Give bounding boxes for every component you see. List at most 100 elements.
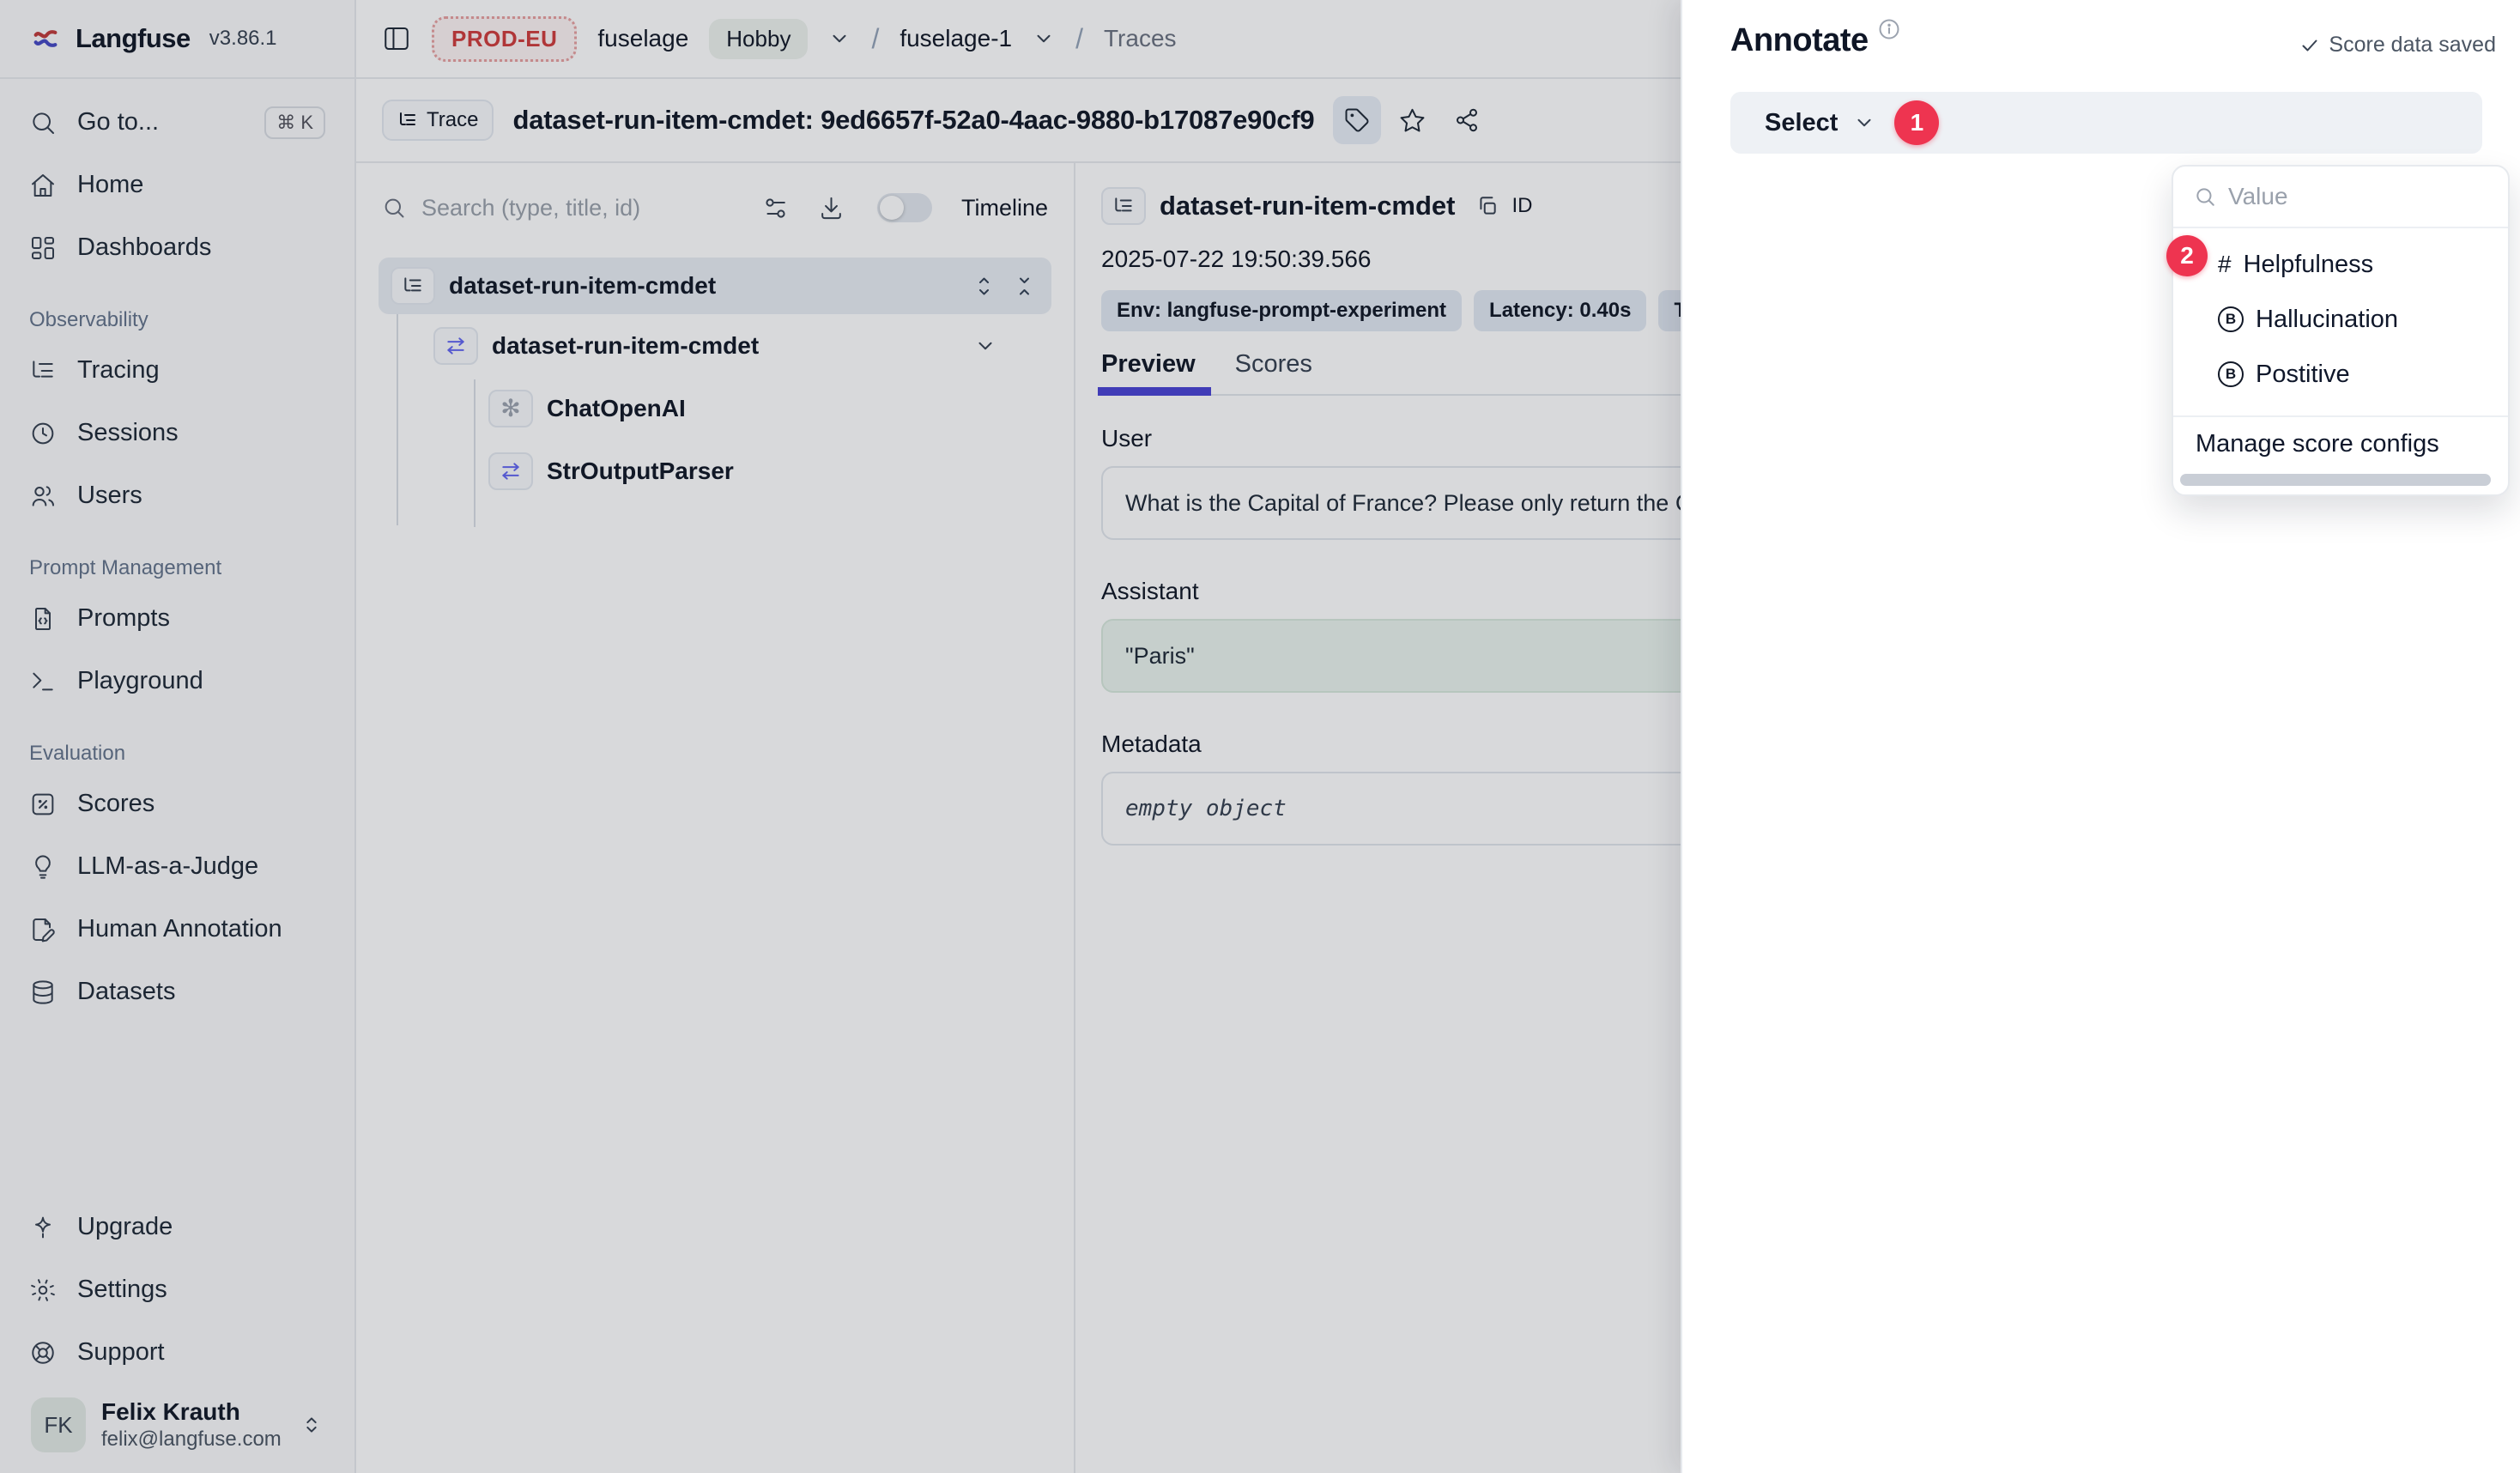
chevrons-up-down-icon	[300, 1413, 324, 1437]
search-icon	[2194, 185, 2216, 208]
sidebar-item-human-annotation[interactable]: Human Annotation	[12, 898, 342, 961]
sidebar-item-prompts[interactable]: Prompts	[12, 587, 342, 650]
tree-node-parser[interactable]: StrOutputParser	[476, 439, 1051, 502]
sidebar-item-label: Dashboards	[77, 233, 211, 262]
sidebar-item-users[interactable]: Users	[12, 464, 342, 527]
numeric-type-icon: #	[2218, 251, 2232, 278]
sidebar-item-label: Tracing	[77, 356, 160, 385]
sidebar-item-home[interactable]: Home	[12, 154, 342, 216]
io-user-box[interactable]: What is the Capital of France? Please on…	[1101, 466, 1681, 540]
collapse-all-icon[interactable]	[1013, 275, 1036, 298]
io-assistant-text: "Paris"	[1125, 643, 1195, 670]
breadcrumb-project[interactable]: fuselage-1	[900, 25, 1012, 52]
sidebar-item-datasets[interactable]: Datasets	[12, 961, 342, 1023]
tree-guide-line	[474, 379, 476, 527]
lightbulb-icon	[29, 853, 57, 881]
tag-button[interactable]	[1333, 96, 1381, 144]
score-select-trigger[interactable]: Select 1	[1730, 92, 2482, 154]
sparkle-icon	[29, 1214, 57, 1241]
tree-node-label: dataset-run-item-cmdet	[449, 272, 716, 300]
tree-guide-line	[397, 314, 398, 525]
filter-settings-icon[interactable]	[762, 195, 789, 221]
tree-node-label: ChatOpenAI	[547, 395, 686, 422]
dashboards-icon	[29, 234, 57, 262]
tree-node-label: dataset-run-item-cmdet	[492, 332, 759, 360]
score-option-hallucination[interactable]: B Hallucination	[2173, 292, 2508, 347]
tab-scores[interactable]: Scores	[1235, 350, 1312, 394]
io-user-text: What is the Capital of France? Please on…	[1125, 490, 1681, 517]
sidebar-item-label: Support	[77, 1338, 165, 1367]
bookmark-star-button[interactable]	[1388, 96, 1436, 144]
sidebar-item-tracing[interactable]: Tracing	[12, 339, 342, 402]
expand-all-icon[interactable]	[972, 275, 996, 298]
goto-search[interactable]: Go to... ⌘ K	[12, 91, 342, 154]
observation-tree: dataset-run-item-cmdet dataset-run-item-…	[356, 252, 1074, 502]
sidebar-item-label: Human Annotation	[77, 915, 282, 943]
io-assistant-box[interactable]: "Paris"	[1101, 619, 1681, 693]
tree-node-root[interactable]: dataset-run-item-cmdet	[379, 258, 1051, 314]
chevron-down-icon[interactable]	[1033, 27, 1055, 50]
search-icon	[382, 196, 406, 220]
score-select-dropdown: 2 # Helpfulness B Hallucination B Postit…	[2172, 165, 2510, 496]
sidebar-item-sessions[interactable]: Sessions	[12, 402, 342, 464]
sidebar-item-upgrade[interactable]: Upgrade	[12, 1196, 342, 1258]
trace-node-icon	[391, 267, 435, 305]
sidebar-item-settings[interactable]: Settings	[12, 1258, 342, 1321]
tree-node-span[interactable]: dataset-run-item-cmdet	[421, 314, 1051, 377]
tree-node-label: StrOutputParser	[547, 458, 734, 485]
chevron-down-icon[interactable]	[974, 335, 996, 357]
tree-search-row: Timeline	[356, 163, 1074, 252]
top-bar: PROD-EU fuselage Hobby / fuselage-1 / Tr…	[356, 0, 1681, 79]
sidebar-item-label: Users	[77, 482, 142, 510]
copy-icon[interactable]	[1476, 195, 1499, 217]
chevron-down-icon[interactable]	[828, 27, 851, 50]
openai-node-icon: ✻	[488, 390, 533, 427]
sidebar-item-label: Playground	[77, 667, 203, 695]
save-status: Score data saved	[2299, 33, 2496, 58]
tree-search-input[interactable]	[421, 195, 733, 221]
brand-header: Langfuse v3.86.1	[0, 0, 354, 79]
dropdown-scrollbar[interactable]	[2180, 474, 2491, 486]
sidebar-item-playground[interactable]: Playground	[12, 650, 342, 712]
breadcrumb-org[interactable]: fuselage	[597, 25, 688, 52]
breadcrumb-separator: /	[871, 23, 879, 55]
metadata-box[interactable]: empty object	[1101, 772, 1681, 846]
user-menu[interactable]: FK Felix Krauth felix@langfuse.com	[17, 1397, 337, 1452]
info-icon[interactable]	[1877, 17, 1901, 41]
sidebar-item-dashboards[interactable]: Dashboards	[12, 216, 342, 279]
square-percent-icon	[29, 791, 57, 818]
timeline-toggle[interactable]	[877, 193, 932, 222]
span-node-icon	[488, 452, 533, 490]
latency-badge: Latency: 0.40s	[1474, 290, 1646, 331]
chevron-down-icon	[1853, 112, 1875, 134]
share-button[interactable]	[1443, 96, 1491, 144]
detail-tabs: Preview Scores	[1101, 350, 1681, 396]
sidebar-item-scores[interactable]: Scores	[12, 773, 342, 835]
clock-icon	[29, 420, 57, 447]
id-label[interactable]: ID	[1512, 194, 1533, 218]
section-label-evaluation: Evaluation	[12, 742, 342, 766]
sidebar-item-label: Prompts	[77, 604, 170, 633]
io-user-label: User	[1101, 425, 1681, 452]
score-option-postitive[interactable]: B Postitive	[2173, 347, 2508, 402]
trace-node-icon	[1101, 187, 1146, 225]
sidebar-item-label: Sessions	[77, 419, 179, 447]
timeline-label: Timeline	[961, 195, 1048, 221]
dropdown-search-input[interactable]	[2228, 183, 2487, 210]
sidebar-item-support[interactable]: Support	[12, 1321, 342, 1384]
environment-badge[interactable]: PROD-EU	[432, 16, 577, 62]
io-assistant-label: Assistant	[1101, 578, 1681, 605]
goto-shortcut: ⌘ K	[264, 106, 325, 139]
tree-node-generation[interactable]: ✻ ChatOpenAI	[476, 377, 1051, 439]
annotate-title: Annotate	[1730, 22, 1869, 59]
score-option-helpfulness[interactable]: # Helpfulness	[2173, 237, 2508, 292]
trace-title-bar: Trace dataset-run-item-cmdet: 9ed6657f-5…	[356, 79, 1681, 163]
env-badge: Env: langfuse-prompt-experiment	[1101, 290, 1462, 331]
download-icon[interactable]	[818, 195, 845, 221]
manage-score-configs[interactable]: Manage score configs	[2173, 417, 2508, 470]
tab-preview[interactable]: Preview	[1101, 350, 1196, 394]
panel-left-icon[interactable]	[382, 24, 411, 53]
sidebar-item-llm-as-a-judge[interactable]: LLM-as-a-Judge	[12, 835, 342, 898]
clipboard-pen-icon	[29, 916, 57, 943]
list-tree-icon	[29, 357, 57, 385]
